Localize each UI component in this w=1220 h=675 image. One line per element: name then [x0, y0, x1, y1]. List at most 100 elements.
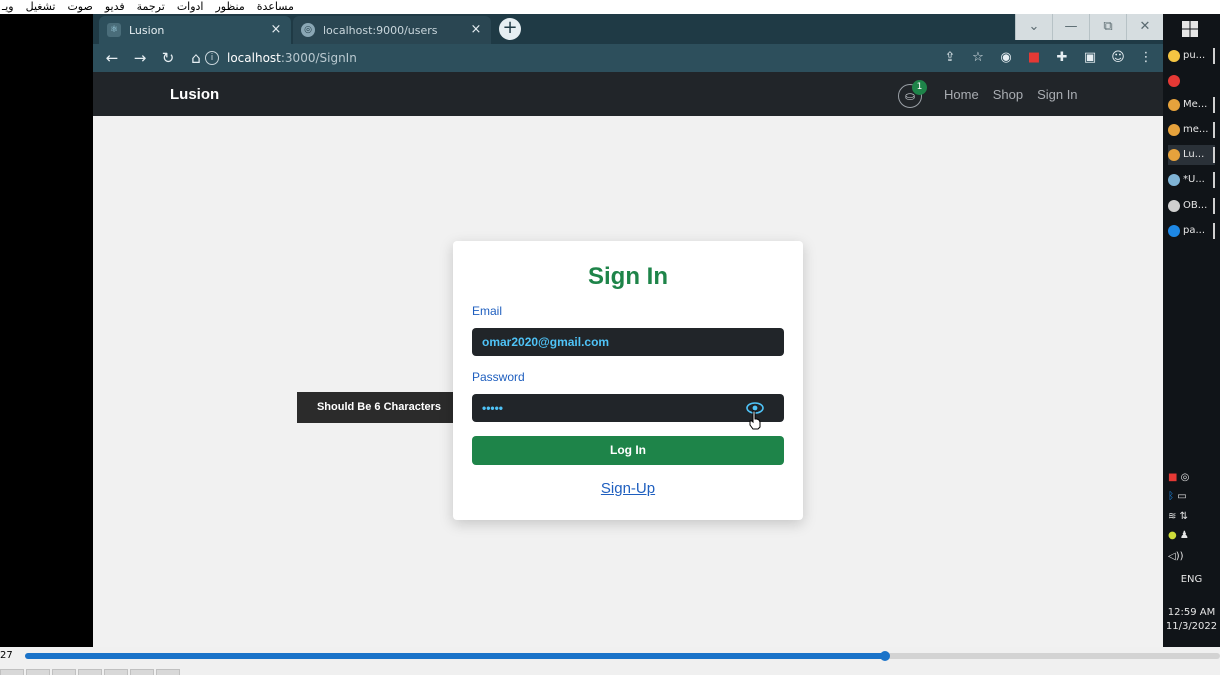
taskbar-item[interactable]: Lu...	[1168, 145, 1215, 165]
clock-date: 11/3/2022	[1165, 621, 1218, 632]
tray-app-icon[interactable]: ■	[1168, 472, 1177, 483]
tray-chrome-icon[interactable]: ◎	[1181, 472, 1190, 483]
player-menu-item[interactable]: ترجمة	[137, 0, 165, 14]
taskbar-item-label: me...	[1183, 124, 1209, 135]
globe-icon: ◎	[301, 23, 315, 37]
restore-button[interactable]: ⧉	[1089, 14, 1126, 40]
taskbar-item[interactable]: pu...	[1168, 46, 1215, 66]
address-bar[interactable]: i localhost :3000/SignIn	[205, 47, 765, 69]
seek-handle[interactable]	[880, 651, 891, 661]
usb-icon[interactable]: ♟	[1180, 530, 1189, 541]
page-viewport: Lusion ⛀ 1 Home Shop Sign In Should Be 6…	[93, 72, 1163, 647]
browser-toolbar: ← → ↻ ⌂ i localhost :3000/SignIn ⇪ ☆ ◉ ■…	[93, 44, 1163, 72]
extension-red-icon[interactable]: ■	[1025, 48, 1043, 68]
signin-card: Sign In Email omar2020@gmail.com Passwor…	[453, 241, 803, 520]
email-value: omar2020@gmail.com	[482, 335, 610, 349]
player-button[interactable]	[78, 669, 102, 675]
obs-icon	[1168, 200, 1180, 212]
folder-icon	[1168, 50, 1180, 62]
nav-shop[interactable]: Shop	[993, 72, 1023, 118]
player-menu-item[interactable]: ادوات	[177, 0, 204, 14]
reload-icon[interactable]: ↻	[159, 48, 177, 68]
tray-green-icon[interactable]: ●	[1168, 530, 1177, 541]
new-tab-button[interactable]: +	[499, 18, 521, 40]
wps-icon	[1168, 75, 1180, 87]
email-label: Email	[472, 304, 503, 318]
tab-search-button[interactable]: ⌄	[1015, 14, 1052, 40]
tray-row-3: ≋ ⇅	[1168, 511, 1188, 522]
avatar[interactable]: ☺	[1109, 48, 1127, 68]
forward-icon[interactable]: →	[131, 48, 149, 68]
wifi-icon[interactable]: ≋	[1168, 511, 1176, 522]
taskbar-item[interactable]: Me...	[1168, 95, 1215, 115]
page-title: Sign In	[588, 263, 668, 290]
seek-bar[interactable]	[25, 651, 1220, 661]
share-icon[interactable]: ⇪	[941, 48, 959, 68]
running-indicator	[1213, 198, 1215, 214]
player-button[interactable]	[52, 669, 76, 675]
password-tooltip: Should Be 6 Characters	[297, 392, 467, 423]
password-field[interactable]: •••••	[472, 394, 784, 422]
player-menu-item[interactable]: مساعدة	[257, 0, 294, 14]
player-button[interactable]	[26, 669, 50, 675]
nav-sign-in[interactable]: Sign In	[1037, 72, 1077, 118]
puzzle-icon[interactable]: ✚	[1053, 48, 1071, 68]
battery-icon[interactable]: ▭	[1177, 491, 1186, 502]
info-icon[interactable]: i	[205, 51, 219, 65]
tab-lusion[interactable]: ⚛ Lusion ×	[99, 16, 291, 44]
close-icon[interactable]: ×	[469, 23, 483, 37]
letterbox-left	[0, 14, 93, 647]
player-menu-item[interactable]: فديو	[105, 0, 125, 14]
volume-icon[interactable]: ◁))	[1168, 551, 1184, 562]
taskbar-item[interactable]: OB...	[1168, 196, 1215, 216]
running-indicator	[1213, 147, 1215, 163]
player-menu-item[interactable]: منظور	[216, 0, 245, 14]
taskbar-item[interactable]: pa...	[1168, 221, 1215, 241]
player-menu-item[interactable]: ويـ	[2, 0, 14, 14]
nav-buttons: ← → ↻ ⌂	[103, 48, 205, 68]
email-field[interactable]: omar2020@gmail.com	[472, 328, 784, 356]
bluetooth-icon[interactable]: ᛒ	[1168, 491, 1174, 502]
taskbar-item[interactable]	[1168, 71, 1215, 91]
window-controls: ⌄ — ⧉ ✕	[1015, 14, 1163, 40]
taskbar-clock[interactable]: 12:59 AM 11/3/2022	[1163, 606, 1220, 634]
hand-cursor-icon	[749, 410, 761, 430]
player-button[interactable]	[0, 669, 24, 675]
windows-taskbar: pu... Me... me... Lu... *U... OB... pa... ■ ◎ …	[1163, 14, 1220, 647]
taskbar-item[interactable]: me...	[1168, 120, 1215, 140]
menu-icon[interactable]: ⋮	[1137, 48, 1155, 68]
close-icon[interactable]: ×	[269, 23, 283, 37]
player-button[interactable]	[130, 669, 154, 675]
player-menu-items: مساعدة منظور ادوات ترجمة فديو صوت تشغيل ويـ	[0, 0, 296, 14]
chrome-icon	[1168, 99, 1180, 111]
tab-users[interactable]: ◎ localhost:9000/users ×	[293, 16, 491, 44]
notepad-icon	[1168, 174, 1180, 186]
taskbar-item-label: Me...	[1183, 99, 1208, 110]
home-icon[interactable]: ⌂	[187, 48, 205, 68]
player-menu-item[interactable]: تشغيل	[26, 0, 56, 14]
extension-circle-icon[interactable]: ◉	[997, 48, 1015, 68]
close-window-button[interactable]: ✕	[1126, 14, 1163, 40]
nav-links: Home Shop Sign In	[944, 72, 1078, 118]
taskbar-item[interactable]: *U...	[1168, 170, 1215, 190]
minimize-button[interactable]: —	[1052, 14, 1089, 40]
windows-start-icon[interactable]	[1181, 20, 1199, 38]
screen: مساعدة منظور ادوات ترجمة فديو صوت تشغيل ويـ ⚛ L…	[0, 0, 1220, 675]
brand-logo[interactable]: Lusion	[170, 72, 219, 118]
player-button[interactable]	[104, 669, 128, 675]
clock-time: 12:59 AM	[1167, 607, 1216, 618]
running-indicator	[1213, 97, 1215, 113]
player-menu-item[interactable]: صوت	[67, 0, 92, 14]
nav-home[interactable]: Home	[944, 72, 979, 118]
sidepanel-icon[interactable]: ▣	[1081, 48, 1099, 68]
network-icon[interactable]: ⇅	[1180, 511, 1188, 522]
login-button[interactable]: Log In	[472, 436, 784, 465]
player-button[interactable]	[156, 669, 180, 675]
back-icon[interactable]: ←	[103, 48, 121, 68]
extension-icons: ⇪ ☆ ◉ ■ ✚ ▣ ☺ ⋮	[941, 48, 1155, 68]
running-indicator	[1213, 172, 1215, 188]
star-icon[interactable]: ☆	[969, 48, 987, 68]
signup-link[interactable]: Sign-Up	[453, 480, 803, 497]
language-indicator[interactable]: ENG	[1163, 574, 1220, 585]
player-menu-bar: مساعدة منظور ادوات ترجمة فديو صوت تشغيل ويـ	[0, 0, 1220, 14]
